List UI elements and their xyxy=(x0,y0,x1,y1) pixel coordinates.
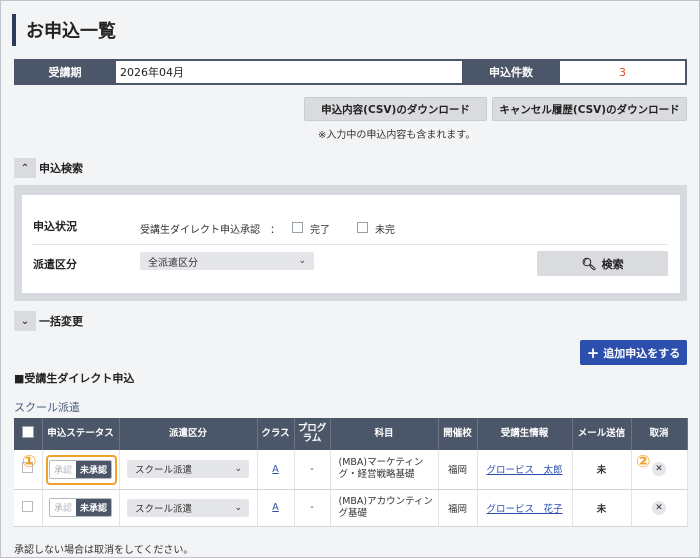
col-student: 受講生情報 xyxy=(477,418,573,450)
dispatch-filter-value: 全派遣区分 xyxy=(148,257,198,269)
search-button-label: 検索 xyxy=(601,257,624,271)
highlight-box xyxy=(46,455,117,485)
col-cancel: 取消 xyxy=(631,418,688,450)
period-label: 受講期 xyxy=(48,66,82,79)
col-dispatch: 派遣区分 xyxy=(119,418,258,450)
mail-status-cell: 未 xyxy=(572,489,632,527)
done-label: 完了 xyxy=(310,225,330,236)
search-toggle[interactable]: ⌃ 申込検索 xyxy=(14,158,83,178)
col-status: 申込ステータス xyxy=(42,418,120,450)
status-filter-label: 申込状況 xyxy=(33,220,77,233)
col-subject: 科目 xyxy=(330,418,439,450)
search-icon: 🔍︎ xyxy=(581,256,597,271)
class-link[interactable]: A xyxy=(272,502,279,513)
program-cell: - xyxy=(294,450,331,490)
subject-cell: (MBA)アカウンティング基礎 xyxy=(330,489,439,527)
count-value: 3 xyxy=(560,61,685,83)
done-checkbox[interactable] xyxy=(292,222,303,233)
search-button[interactable]: 🔍︎ 検索 xyxy=(537,251,668,276)
plus-icon: + xyxy=(586,343,600,362)
period-row: 受講期 2026年04月 申込件数 3 xyxy=(14,59,687,85)
school-dispatch-heading: スクール派遣 xyxy=(14,401,80,414)
close-icon[interactable]: ✕ xyxy=(652,500,666,515)
select-all-checkbox[interactable] xyxy=(21,426,34,439)
count-label: 申込件数 xyxy=(489,66,533,79)
row-dispatch-value: スクール派遣 xyxy=(135,503,193,515)
student-link[interactable]: グロービス 太郎 xyxy=(486,465,562,476)
download-cancel-history-button[interactable]: キャンセル履歴(CSV)のダウンロード xyxy=(492,97,687,121)
row-dispatch-value: スクール派遣 xyxy=(135,465,193,477)
student-link[interactable]: グロービス 花子 xyxy=(486,504,562,515)
bulk-change-toggle[interactable]: ⌄ 一括変更 xyxy=(14,311,83,331)
unapproved-option[interactable]: 未承認 xyxy=(76,499,112,516)
row-dispatch-select[interactable]: スクール派遣 ⌄ xyxy=(127,460,249,479)
chevron-down-icon: ⌄ xyxy=(14,311,36,331)
row-checkbox[interactable] xyxy=(22,500,34,512)
mail-status-cell: 未 xyxy=(572,450,632,490)
chevron-down-icon: ⌄ xyxy=(298,256,306,266)
program-cell: - xyxy=(294,489,331,527)
class-link[interactable]: A xyxy=(272,464,279,475)
search-toggle-label: 申込検索 xyxy=(39,162,83,175)
bulk-change-label: 一括変更 xyxy=(39,315,83,328)
add-application-label: 追加申込をする xyxy=(603,346,681,360)
approve-option[interactable]: 承認 xyxy=(49,499,76,516)
annotation-marker-2: ② xyxy=(636,452,651,472)
page-title: お申込一覧 xyxy=(26,21,116,42)
subject-cell: (MBA)マーケティング・経営戦略基礎 xyxy=(330,450,439,490)
footer-note: 承認しない場合は取消をしてください。 xyxy=(14,545,194,556)
undone-label: 未完 xyxy=(375,225,395,236)
select-all-checkbox-cell[interactable] xyxy=(14,418,43,450)
row-dispatch-select[interactable]: スクール派遣 ⌄ xyxy=(127,498,249,517)
dispatch-filter-label: 派遣区分 xyxy=(33,258,77,271)
school-cell: 福岡 xyxy=(438,450,478,490)
dispatch-filter-select[interactable]: 全派遣区分 ⌄ xyxy=(140,252,314,270)
approval-toggle[interactable]: 承認 未承認 xyxy=(48,498,113,517)
col-class: クラス xyxy=(257,418,295,450)
add-application-button[interactable]: + 追加申込をする xyxy=(580,340,687,365)
table-row: 承認 未承認 スクール派遣 ⌄ A - (MBA)アカウンティング基礎 福岡 グロー… xyxy=(14,489,688,527)
search-divider xyxy=(32,244,668,245)
download-note: ※入力中の申込内容も含まれます。 xyxy=(318,130,476,141)
chevron-up-icon: ⌃ xyxy=(14,158,36,178)
chevron-down-icon: ⌄ xyxy=(234,464,242,475)
annotation-marker-1: ① xyxy=(22,452,37,472)
undone-checkbox[interactable] xyxy=(357,222,368,233)
download-csv-button[interactable]: 申込内容(CSV)のダウンロード xyxy=(304,97,487,121)
table-header-row: 申込ステータス 派遣区分 クラス プログラム 科目 開催校 受講生情報 メール送… xyxy=(14,418,688,450)
col-program: プログラム xyxy=(294,418,331,450)
school-cell: 福岡 xyxy=(438,489,478,527)
close-icon[interactable]: ✕ xyxy=(652,462,666,477)
title-accent-bar xyxy=(12,14,16,46)
col-school: 開催校 xyxy=(438,418,478,450)
col-mail: メール送信 xyxy=(572,418,632,450)
direct-approval-label: 受講生ダイレクト申込承認 ： xyxy=(140,225,280,236)
section-heading: ■受講生ダイレクト申込 xyxy=(14,372,135,385)
period-value: 2026年04月 xyxy=(116,61,462,83)
chevron-down-icon: ⌄ xyxy=(234,502,242,513)
